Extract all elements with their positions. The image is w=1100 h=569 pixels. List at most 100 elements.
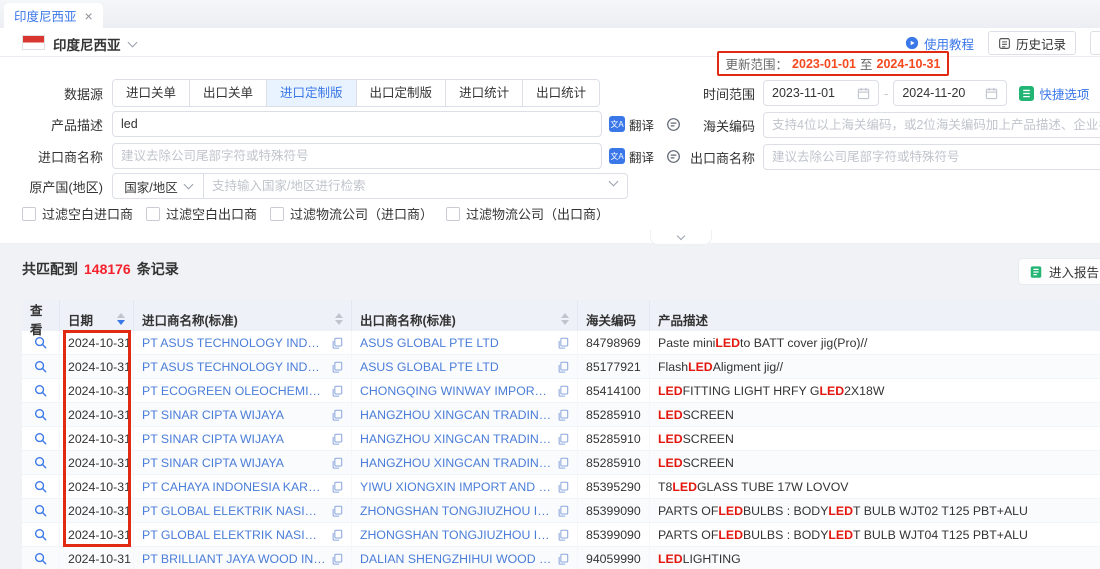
copy-icon[interactable] [331, 385, 343, 397]
copy-icon[interactable] [331, 337, 343, 349]
tutorial-link[interactable]: 使用教程 [905, 34, 974, 53]
filter-checkbox[interactable]: 过滤物流公司（进口商） [270, 204, 433, 223]
copy-icon[interactable] [331, 409, 343, 421]
exporter-link[interactable]: CHONGQING WINWAY IMPORT AND E... [360, 384, 552, 398]
copy-icon[interactable] [557, 529, 569, 541]
copy-icon[interactable] [331, 505, 343, 517]
hs-code-cell: 84798969 [578, 331, 650, 354]
checkbox-icon[interactable] [270, 207, 284, 221]
importer-link[interactable]: PT SINAR CIPTA WIJAYA [142, 456, 284, 470]
exporter-link[interactable]: HANGZHOU XINGCAN TRADING CO LTD [360, 432, 552, 446]
exporter-row: 出口商名称 [640, 144, 1100, 170]
data-source-tab[interactable]: 进口统计 [445, 80, 522, 106]
collapse-form-button[interactable] [650, 230, 712, 245]
checkbox-label: 过滤物流公司（进口商） [290, 204, 433, 223]
filter-checkbox[interactable]: 过滤空白进口商 [22, 204, 133, 223]
data-source-tab[interactable]: 进口定制版 [266, 80, 356, 106]
country-name: 印度尼西亚 [53, 34, 121, 54]
magnifier-icon[interactable] [34, 336, 47, 349]
table-row: 2024-10-31PT ASUS TECHNOLOGY INDONESIA B… [22, 355, 1100, 379]
copy-icon[interactable] [331, 361, 343, 373]
view-cell [22, 379, 60, 402]
copy-icon[interactable] [331, 433, 343, 445]
exporter-link[interactable]: ZHONGSHAN TONGJIUZHOU INTERNA... [360, 528, 552, 542]
origin-type-select[interactable]: 国家/地区 [112, 173, 204, 199]
data-source-tab[interactable]: 进口关单 [113, 80, 189, 106]
magnifier-icon[interactable] [34, 480, 47, 493]
checkbox-icon[interactable] [22, 207, 36, 221]
magnifier-icon[interactable] [34, 408, 47, 421]
magnifier-icon[interactable] [34, 552, 47, 565]
copy-icon[interactable] [557, 481, 569, 493]
hs-code-cell: 85285910 [578, 427, 650, 450]
product-desc-input[interactable] [112, 111, 602, 137]
exporter-link[interactable]: DALIAN SHENGZHIHUI WOOD INDUST... [360, 552, 552, 566]
exporter-link[interactable]: YIWU XIONGXIN IMPORT AND EXPORT... [360, 480, 552, 494]
magnifier-icon[interactable] [34, 528, 47, 541]
importer-link[interactable]: PT BRILLIANT JAYA WOOD INDUSTRY [142, 552, 326, 566]
importer-link[interactable]: PT SINAR CIPTA WIJAYA [142, 408, 284, 422]
sort-carets-icon[interactable] [117, 313, 125, 325]
exporter-input[interactable] [763, 144, 1100, 170]
checkbox-label: 过滤空白进口商 [42, 204, 133, 223]
quick-options-link[interactable]: 快捷选项 [1019, 84, 1089, 103]
view-cell [22, 403, 60, 426]
copy-icon[interactable] [557, 457, 569, 469]
importer-input[interactable] [112, 143, 602, 169]
copy-icon[interactable] [331, 481, 343, 493]
start-date-input[interactable]: 2023-11-01 [763, 80, 879, 106]
table-row: 2024-10-31PT ECOGREEN OLEOCHEMICALSCHONG… [22, 379, 1100, 403]
importer-link[interactable]: PT GLOBAL ELEKTRIK NASIONAL [142, 528, 326, 542]
favorite-button[interactable] [1090, 31, 1100, 55]
copy-icon[interactable] [557, 553, 569, 565]
history-button[interactable]: 历史记录 [988, 31, 1076, 55]
magnifier-icon[interactable] [34, 456, 47, 469]
exporter-link[interactable]: ASUS GLOBAL PTE LTD [360, 336, 499, 350]
copy-icon[interactable] [557, 337, 569, 349]
data-source-tab[interactable]: 出口关单 [189, 80, 266, 106]
filter-checkbox[interactable]: 过滤空白出口商 [146, 204, 257, 223]
header-importer-label: 进口商名称(标准) [142, 310, 238, 329]
importer-link[interactable]: PT ASUS TECHNOLOGY INDONESIA BA... [142, 336, 326, 350]
exporter-link[interactable]: HANGZHOU XINGCAN TRADING CO LTD [360, 456, 552, 470]
magnifier-icon[interactable] [34, 504, 47, 517]
sort-carets-icon[interactable] [561, 313, 569, 325]
importer-link[interactable]: PT GLOBAL ELEKTRIK NASIONAL [142, 504, 326, 518]
checkbox-icon[interactable] [146, 207, 160, 221]
importer-link[interactable]: PT CAHAYA INDONESIA KARGO [142, 480, 326, 494]
origin-input[interactable] [204, 173, 628, 199]
exporter-link[interactable]: ASUS GLOBAL PTE LTD [360, 360, 499, 374]
close-icon[interactable]: × [85, 9, 93, 23]
exporter-link[interactable]: ZHONGSHAN TONGJIUZHOU INTERNA... [360, 504, 552, 518]
copy-icon[interactable] [557, 361, 569, 373]
copy-icon[interactable] [331, 529, 343, 541]
enter-report-button[interactable]: 进入报告 [1018, 258, 1100, 285]
hs-code-input[interactable] [763, 112, 1100, 138]
exporter-link[interactable]: HANGZHOU XINGCAN TRADING CO LTD [360, 408, 552, 422]
results-count: 148176 [84, 261, 131, 277]
tab-indonesia[interactable]: 印度尼西亚 × [4, 3, 103, 28]
date-cell: 2024-10-31 [60, 499, 134, 522]
end-date-input[interactable]: 2024-11-20 [893, 80, 1007, 106]
magnifier-icon[interactable] [34, 432, 47, 445]
importer-link[interactable]: PT SINAR CIPTA WIJAYA [142, 432, 284, 446]
history-icon [998, 37, 1011, 50]
copy-icon[interactable] [557, 385, 569, 397]
magnifier-icon[interactable] [34, 360, 47, 373]
filter-checkbox[interactable]: 过滤物流公司（出口商） [446, 204, 609, 223]
importer-link[interactable]: PT ECOGREEN OLEOCHEMICALS [142, 384, 326, 398]
magnifier-icon[interactable] [34, 384, 47, 397]
importer-link[interactable]: PT ASUS TECHNOLOGY INDONESIA BA... [142, 360, 326, 374]
data-source-tab[interactable]: 出口统计 [522, 80, 599, 106]
copy-icon[interactable] [557, 505, 569, 517]
data-source-tab[interactable]: 出口定制版 [356, 80, 446, 106]
copy-icon[interactable] [331, 457, 343, 469]
country-selector[interactable]: 印度尼西亚 [53, 34, 136, 54]
checkbox-label: 过滤空白出口商 [166, 204, 257, 223]
copy-icon[interactable] [557, 409, 569, 421]
copy-icon[interactable] [331, 553, 343, 565]
checkbox-icon[interactable] [446, 207, 460, 221]
sort-carets-icon[interactable] [335, 313, 343, 325]
exporter-cell: ASUS GLOBAL PTE LTD [352, 355, 578, 378]
copy-icon[interactable] [557, 433, 569, 445]
